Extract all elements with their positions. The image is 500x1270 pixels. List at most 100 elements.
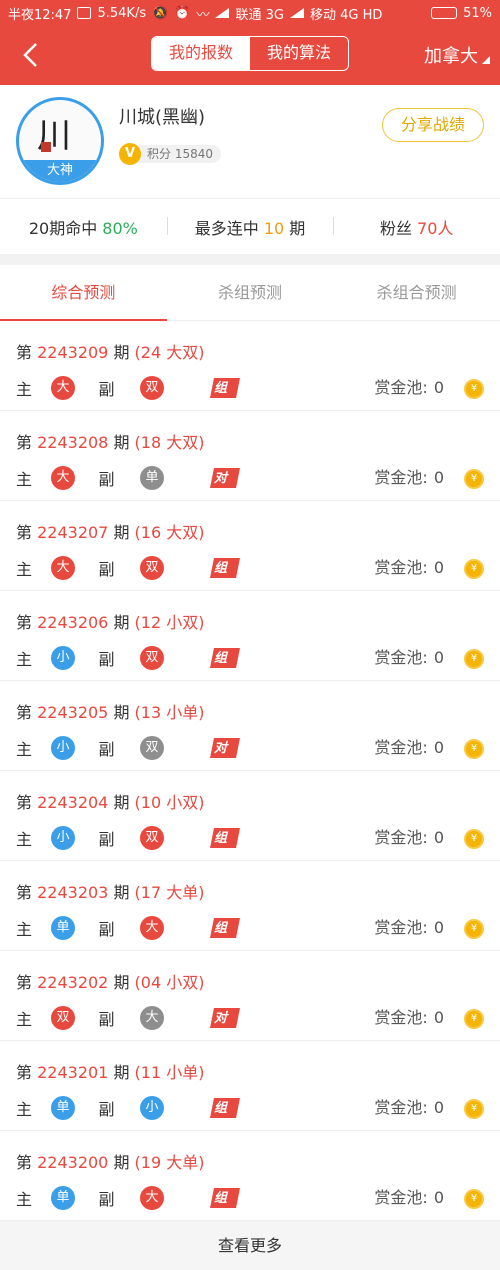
vice-label: 副: [98, 650, 115, 669]
bounty-pool: 赏金池: 0: [374, 916, 444, 940]
vice-label: 副: [98, 1010, 115, 1029]
stat-fans-label: 粉丝: [379, 218, 418, 238]
issue-suffix: 期: [108, 1063, 130, 1082]
pool-value: 0: [433, 648, 444, 667]
prediction-row: 主 小 副 双 组: [16, 646, 242, 670]
issue-title: 第 2243204 期 (10 小双): [16, 789, 204, 813]
prediction-row: 主 大 副 单 对: [16, 466, 242, 490]
main-ball: 大: [51, 466, 75, 490]
list-item[interactable]: 第 2243201 期 (11 小单) 主 单 副 小 组 赏金池: 0 ¥: [0, 1041, 500, 1131]
stat-hit-value: 80%: [102, 218, 138, 238]
group-flag-text: 组: [214, 561, 228, 576]
pool-label: 赏金池:: [374, 918, 428, 937]
issue-title: 第 2243208 期 (18 大双): [16, 429, 204, 453]
issue-suffix: 期: [108, 433, 130, 452]
issue-prefix: 第: [16, 883, 38, 902]
load-more-button[interactable]: 查看更多: [0, 1222, 500, 1270]
list-item[interactable]: 第 2243202 期 (04 小双) 主 双 副 大 对 赏金池: 0 ¥: [0, 951, 500, 1041]
list-item[interactable]: 第 2243207 期 (16 大双) 主 大 副 双 组 赏金池: 0 ¥: [0, 501, 500, 591]
issue-title: 第 2243205 期 (13 小单): [16, 699, 204, 723]
main-ball: 小: [51, 826, 75, 850]
profile-card: 川 大神 川城(黑幽) V 积分 15840 分享战绩: [0, 85, 500, 198]
status-speed: 5.54K/s: [97, 5, 147, 21]
status-bar: 半夜12:47 5.54K/s 🔕 ⏰ 〰 联通 3G 移动 4G HD 51%: [0, 0, 500, 26]
pool-label: 赏金池:: [374, 738, 428, 757]
list-item[interactable]: 第 2243200 期 (19 大单) 主 单 副 大 组 赏金池: 0 ¥: [0, 1131, 500, 1221]
main-ball: 大: [51, 556, 75, 580]
issue-result: (12 小双): [134, 613, 205, 632]
prediction-row: 主 单 副 大 组: [16, 1186, 242, 1210]
stat-fans[interactable]: 粉丝 70人: [333, 215, 500, 239]
main-ball: 单: [51, 1186, 75, 1210]
tab-my-report[interactable]: 我的报数: [152, 37, 250, 70]
tab-kill-combo-prediction[interactable]: 杀组合预测: [333, 265, 500, 320]
issue-result: (18 大双): [134, 433, 205, 452]
main-label: 主: [16, 650, 33, 669]
region-selector[interactable]: 加拿大: [424, 42, 490, 68]
coin-icon: ¥: [464, 739, 484, 759]
vice-label: 副: [98, 1100, 115, 1119]
main-label: 主: [16, 560, 33, 579]
dropdown-triangle-icon: [482, 56, 490, 64]
issue-number: 2243209: [37, 343, 109, 362]
pool-value: 0: [433, 558, 444, 577]
score-badge: V 积分 15840: [119, 143, 221, 165]
app-header: 半夜12:47 5.54K/s 🔕 ⏰ 〰 联通 3G 移动 4G HD 51%…: [0, 0, 500, 85]
issue-number: 2243200: [37, 1153, 109, 1172]
bounty-pool: 赏金池: 0: [374, 1096, 444, 1120]
battery-icon: [431, 7, 458, 19]
nav-bar: 我的报数 我的算法 加拿大: [0, 26, 500, 85]
tab-my-algorithm[interactable]: 我的算法: [250, 37, 348, 70]
bounty-pool: 赏金池: 0: [374, 556, 444, 580]
issue-result: (19 大单): [134, 1153, 205, 1172]
coin-icon: ¥: [464, 1189, 484, 1209]
vice-ball: 双: [140, 556, 164, 580]
issue-suffix: 期: [108, 883, 130, 902]
stat-fans-value: 70人: [417, 218, 454, 238]
back-arrow-icon[interactable]: [18, 40, 44, 70]
status-carrier2: 移动 4G HD: [309, 7, 383, 23]
list-item[interactable]: 第 2243206 期 (12 小双) 主 小 副 双 组 赏金池: 0 ¥: [0, 591, 500, 681]
list-item[interactable]: 第 2243209 期 (24 大双) 主 大 副 双 组 赏金池: 0 ¥: [0, 321, 500, 411]
list-item[interactable]: 第 2243208 期 (18 大双) 主 大 副 单 对 赏金池: 0 ¥: [0, 411, 500, 501]
list-item[interactable]: 第 2243205 期 (13 小单) 主 小 副 双 对 赏金池: 0 ¥: [0, 681, 500, 771]
vice-label: 副: [98, 1190, 115, 1209]
issue-result: (17 大单): [134, 883, 205, 902]
main-label: 主: [16, 830, 33, 849]
issue-suffix: 期: [108, 523, 130, 542]
issue-result: (16 大双): [134, 523, 205, 542]
group-flag-icon: 组: [208, 916, 242, 940]
stat-hit-label: 20期命中: [28, 218, 103, 238]
issue-prefix: 第: [16, 523, 38, 542]
prediction-row: 主 小 副 双 组: [16, 826, 242, 850]
tab-combined-prediction[interactable]: 综合预测: [0, 265, 167, 321]
tab-kill-group-prediction[interactable]: 杀组预测: [167, 265, 334, 320]
stat-streak-value: 10: [263, 218, 285, 238]
main-ball: 双: [51, 1006, 75, 1030]
vice-label: 副: [98, 830, 115, 849]
issue-number: 2243203: [37, 883, 109, 902]
prediction-row: 主 单 副 大 组: [16, 916, 242, 940]
status-carrier1: 联通 3G: [235, 7, 284, 23]
share-button[interactable]: 分享战绩: [382, 108, 484, 142]
vice-ball: 小: [140, 1096, 164, 1120]
coin-icon: ¥: [464, 1099, 484, 1119]
status-time: 半夜12:47: [8, 7, 72, 23]
group-flag-text: 组: [214, 1101, 228, 1116]
issue-number: 2243208: [37, 433, 109, 452]
issue-number: 2243205: [37, 703, 109, 722]
coin-icon: ¥: [464, 649, 484, 669]
group-flag-text: 对: [214, 471, 228, 486]
issue-suffix: 期: [108, 973, 130, 992]
main-label: 主: [16, 470, 33, 489]
group-flag-text: 对: [214, 1011, 228, 1026]
pool-value: 0: [433, 1188, 444, 1207]
main-ball: 单: [51, 916, 75, 940]
list-item[interactable]: 第 2243204 期 (10 小双) 主 小 副 双 组 赏金池: 0 ¥: [0, 771, 500, 861]
coin-icon: ¥: [464, 379, 484, 399]
list-item[interactable]: 第 2243203 期 (17 大单) 主 单 副 大 组 赏金池: 0 ¥: [0, 861, 500, 951]
region-label: 加拿大: [424, 46, 478, 67]
avatar[interactable]: 川 大神: [16, 97, 104, 185]
pool-label: 赏金池:: [374, 1008, 428, 1027]
segmented-control: 我的报数 我的算法: [151, 36, 349, 71]
